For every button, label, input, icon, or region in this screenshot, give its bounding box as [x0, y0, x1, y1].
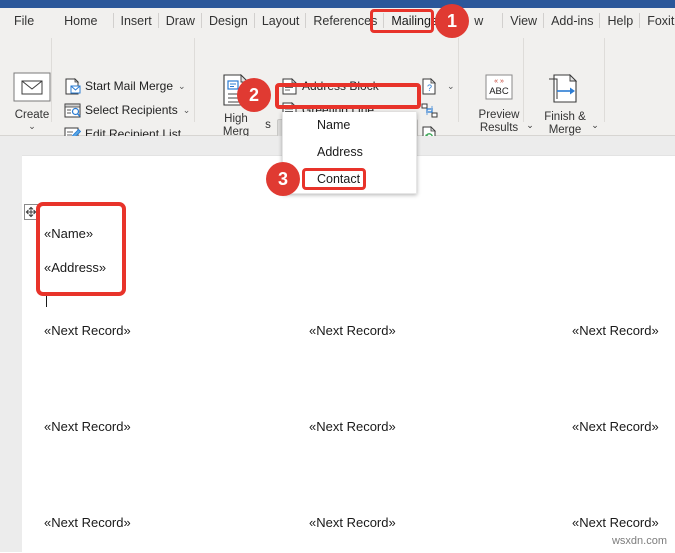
next-record-r1c1[interactable]: «Next Record» [309, 419, 396, 434]
start-mail-merge-button[interactable]: Start Mail Merge ⌄ [64, 76, 186, 96]
next-record-r0c1[interactable]: «Next Record» [309, 323, 396, 338]
merge-field-address[interactable]: «Address» [44, 260, 106, 275]
watermark: wsxdn.com [611, 535, 667, 547]
insert-merge-field-dropdown: Name Address Contact [282, 112, 417, 194]
preview-results-label-line2: Results [479, 122, 519, 134]
group-divider-2 [194, 38, 195, 122]
svg-text:ABC: ABC [489, 86, 509, 97]
tab-insert[interactable]: Insert [114, 8, 160, 34]
annotation-badge-1: 1 [435, 4, 469, 38]
group-divider-3 [458, 38, 459, 122]
address-block-button[interactable]: Address Block [281, 76, 379, 96]
highlight-merge-fields-label-line3: s [265, 119, 271, 131]
next-record-r2c2[interactable]: «Next Record» [572, 515, 659, 530]
tab-help[interactable]: Help [600, 8, 640, 34]
merge-field-name[interactable]: «Name» [44, 226, 93, 241]
tab-file[interactable]: File [0, 8, 48, 34]
word-window: File Home Insert Draw Design Layout Refe… [0, 0, 675, 553]
tab-layout[interactable]: Layout [255, 8, 307, 34]
tab-view[interactable]: View [503, 8, 544, 34]
tab-references[interactable]: References [306, 8, 385, 34]
title-bar [0, 0, 675, 8]
svg-text:?: ? [427, 83, 432, 93]
tab-design[interactable]: Design [202, 8, 255, 34]
tab-draw[interactable]: Draw [159, 8, 203, 34]
rules-icon: ? [421, 77, 438, 95]
document-page[interactable]: «Name» «Address» «Next Record» «Next Rec… [22, 155, 675, 553]
menu-item-contact[interactable]: Contact [283, 166, 416, 193]
create-button-caret[interactable]: ⌄ [6, 122, 58, 131]
group-divider-4 [523, 38, 524, 122]
tab-view-sep-left [490, 8, 504, 34]
finish-and-merge-caret[interactable]: ⌄ [589, 119, 601, 132]
tab-home[interactable]: Home [48, 8, 114, 34]
finish-and-merge-label-line1: Finish & [544, 111, 586, 123]
start-mail-merge-label: Start Mail Merge [85, 79, 174, 93]
finish-merge-icon [534, 73, 596, 108]
menu-item-name[interactable]: Name [283, 112, 416, 139]
start-mail-merge-icon [64, 77, 81, 95]
match-fields-button[interactable] [421, 100, 442, 120]
next-record-r2c0[interactable]: «Next Record» [44, 515, 131, 530]
chevron-down-icon[interactable]: ⌄ [447, 81, 455, 92]
annotation-badge-2: 2 [237, 78, 271, 112]
next-record-r1c0[interactable]: «Next Record» [44, 323, 131, 338]
group-divider-5 [604, 38, 605, 122]
match-fields-icon [421, 102, 438, 119]
text-cursor [46, 292, 47, 307]
address-block-label: Address Block [302, 79, 379, 93]
table-move-handle[interactable] [24, 204, 40, 220]
next-record-r2c1[interactable]: «Next Record» [309, 515, 396, 530]
rules-button[interactable]: ? ⌄ [421, 76, 455, 96]
tab-foxit-reader[interactable]: Foxit Re [640, 8, 675, 34]
preview-results-button[interactable]: « » ABC Preview Results [468, 74, 530, 135]
select-recipients-icon [64, 102, 81, 119]
address-block-icon [281, 77, 298, 95]
preview-results-label-line1: Preview [478, 109, 520, 121]
menu-item-address[interactable]: Address [283, 139, 416, 166]
svg-text:« »: « » [494, 78, 504, 85]
create-button-label: Create [14, 109, 50, 121]
next-record-r0c2[interactable]: «Next Record» [572, 323, 659, 338]
next-record-r1c0b[interactable]: «Next Record» [44, 419, 131, 434]
chevron-down-icon[interactable]: ⌄ [178, 81, 186, 92]
abc-preview-icon: « » ABC [468, 74, 530, 106]
finish-and-merge-button[interactable]: Finish & Merge [534, 73, 596, 137]
annotation-badge-3: 3 [266, 162, 300, 196]
ribbon-tab-strip: File Home Insert Draw Design Layout Refe… [0, 8, 675, 34]
chevron-down-icon[interactable]: ⌄ [183, 105, 191, 116]
select-recipients-button[interactable]: Select Recipients ⌄ [64, 100, 190, 120]
select-recipients-label: Select Recipients [85, 103, 178, 117]
next-record-r1c2[interactable]: «Next Record» [572, 419, 659, 434]
group-divider-1 [51, 38, 52, 122]
tab-addins[interactable]: Add-ins [544, 8, 601, 34]
document-area: «Name» «Address» «Next Record» «Next Rec… [0, 136, 675, 553]
